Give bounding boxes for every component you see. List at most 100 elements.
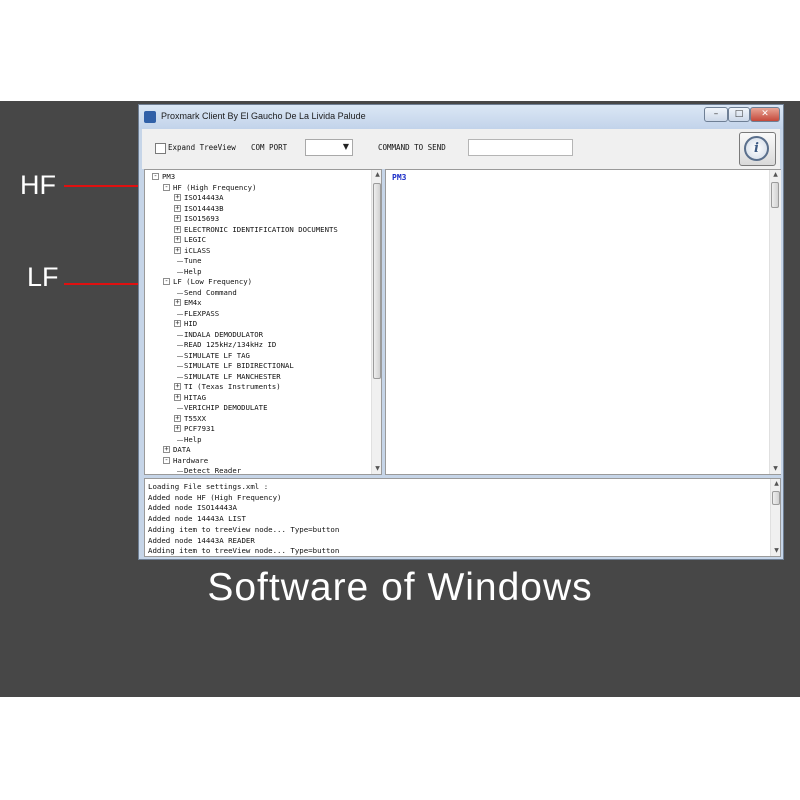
app-window: Proxmark Client By El Gaucho De La Livid…: [138, 104, 784, 560]
log-line: Added node HF (High Frequency): [148, 492, 282, 502]
tree-collapse-icon[interactable]: -: [163, 278, 170, 285]
tree-connector-icon: [177, 292, 183, 294]
title-bar[interactable]: Proxmark Client By El Gaucho De La Livid…: [139, 105, 783, 129]
tree-expand-icon[interactable]: +: [163, 446, 170, 453]
output-scrollbar[interactable]: ▲ ▼: [769, 170, 781, 474]
tree-node-label: Tune: [184, 256, 202, 265]
tree-expand-icon[interactable]: +: [174, 299, 181, 306]
hf-annotation-label: HF: [20, 170, 56, 200]
tree-expand-icon[interactable]: +: [174, 194, 181, 201]
tree-scroll-thumb[interactable]: [373, 183, 381, 379]
toolbar: Expand TreeView COM PORT ▼ COMMAND TO SE…: [142, 129, 780, 169]
command-label: COMMAND TO SEND: [378, 143, 446, 152]
log-list: Loading File settings.xml : Added node HF…: [148, 482, 340, 556]
output-scroll-thumb[interactable]: [771, 182, 779, 208]
tree-collapse-icon[interactable]: -: [163, 456, 170, 464]
log-scroll-thumb[interactable]: [772, 491, 780, 505]
scroll-down-icon[interactable]: ▼: [770, 464, 781, 474]
tree-node-label: HITAG: [184, 392, 206, 402]
tree-expand-icon[interactable]: +: [174, 225, 181, 233]
tree-connector-icon: [177, 408, 183, 409]
tree-expand-icon[interactable]: +: [174, 425, 181, 432]
log-line: Adding item to treeView node... Type=but…: [148, 546, 340, 556]
tree-collapse-icon[interactable]: -: [152, 173, 159, 180]
tree-node-label: iCLASS: [184, 245, 211, 255]
log-line: Added node 14443A LIST: [148, 514, 246, 524]
maximize-button[interactable]: □: [728, 107, 750, 122]
tree-connector-icon: [177, 345, 183, 346]
expand-treeview-label: Expand TreeView: [168, 143, 236, 152]
tree-expand-icon[interactable]: +: [174, 204, 181, 212]
expand-treeview-checkbox[interactable]: [155, 143, 166, 154]
tree-node-label: TI (Texas Instruments): [184, 382, 281, 391]
tree-collapse-icon[interactable]: -: [163, 183, 170, 191]
tree-connector-icon: [177, 271, 183, 273]
app-icon: [144, 111, 156, 123]
minimize-button[interactable]: –: [704, 107, 728, 122]
tree-node-label: READ 125kHz/134kHz ID: [184, 340, 277, 349]
info-icon: i: [744, 136, 769, 161]
tree-connector-icon: [177, 471, 183, 472]
tree-node-label: ISO14443B: [184, 203, 224, 213]
tree-expand-icon[interactable]: +: [174, 393, 181, 401]
tree-node-label: EM4x: [184, 298, 202, 307]
scroll-up-icon[interactable]: ▲: [771, 479, 780, 489]
tree-node-label: Detect Reader: [184, 466, 242, 475]
dropdown-arrow-icon: ▼: [342, 142, 349, 151]
tree-node-label: ISO15693: [184, 214, 220, 223]
scroll-down-icon[interactable]: ▼: [372, 464, 381, 474]
tree-node-label: SIMULATE LF TAG: [184, 350, 250, 360]
tree-connector-icon: [177, 439, 183, 441]
tree-connector-icon: [177, 334, 183, 336]
tree-connector-icon: [177, 366, 183, 367]
tree-expand-icon[interactable]: +: [174, 246, 181, 254]
tree-node-label: Send Command: [184, 287, 237, 297]
log-scrollbar[interactable]: ▲ ▼: [770, 479, 780, 556]
com-port-select[interactable]: ▼: [305, 139, 353, 156]
tree-node-label: PM3: [162, 172, 176, 181]
tree-node-label: INDALA DEMODULATOR: [184, 329, 264, 339]
tree-node-label: T55XX: [184, 413, 206, 423]
window-title: Proxmark Client By El Gaucho De La Livid…: [161, 111, 366, 121]
tree-expand-icon[interactable]: +: [174, 414, 181, 422]
log-line: Adding item to treeView node... Type=but…: [148, 524, 340, 534]
log-line: Added node ISO14443A: [148, 503, 237, 513]
tree-connector-icon: [177, 261, 183, 262]
tree-node-label: FLEXPASS: [184, 308, 220, 318]
tree-expand-icon[interactable]: +: [174, 320, 181, 327]
log-line: Loading File settings.xml :: [148, 482, 269, 491]
tree-connector-icon: [177, 355, 183, 357]
close-button[interactable]: ✕: [750, 107, 780, 122]
output-panel[interactable]: PM3 ▲ ▼: [385, 169, 781, 475]
tree-node-label: ISO14443A: [184, 193, 224, 202]
tree-node-label: DATA: [173, 445, 191, 454]
scroll-up-icon[interactable]: ▲: [372, 170, 381, 180]
tree-node-label: SIMULATE LF BIDIRECTIONAL: [184, 361, 294, 370]
tree-node-label: Help: [184, 266, 202, 276]
tree-expand-icon[interactable]: +: [174, 236, 181, 243]
tree-node-label: VERICHIP DEMODULATE: [184, 403, 268, 412]
output-title: PM3: [392, 173, 407, 182]
log-panel[interactable]: Loading File settings.xml : Added node HF…: [144, 478, 781, 557]
tree-node-label: PCF7931: [184, 424, 215, 433]
info-button[interactable]: i: [739, 132, 776, 166]
log-line: Added node 14443A READER: [148, 535, 255, 545]
tree-node-label: Help: [184, 434, 202, 444]
caption-text: Software of Windows: [207, 566, 593, 609]
tree-node-label: HF (High Frequency): [173, 182, 257, 192]
tree-expand-icon[interactable]: +: [174, 383, 181, 390]
tree-expand-icon[interactable]: +: [174, 215, 181, 222]
tree-connector-icon: [177, 313, 183, 315]
command-tree[interactable]: - PM3- HF (High Frequency) + ISO14443A + ISO14…: [144, 169, 382, 475]
tree-scrollbar[interactable]: ▲ ▼: [371, 170, 381, 474]
tree-node-label: HID: [184, 319, 198, 328]
com-port-label: COM PORT: [251, 143, 288, 152]
command-input[interactable]: [468, 139, 573, 156]
scroll-up-icon[interactable]: ▲: [770, 170, 781, 180]
tree-node-label: Hardware: [173, 455, 209, 465]
lf-annotation-label: LF: [27, 262, 59, 292]
tree-node-label: LF (Low Frequency): [173, 277, 253, 286]
tree-node-label: LEGIC: [184, 235, 206, 244]
scroll-down-icon[interactable]: ▼: [771, 546, 780, 556]
tree-connector-icon: [177, 376, 183, 378]
